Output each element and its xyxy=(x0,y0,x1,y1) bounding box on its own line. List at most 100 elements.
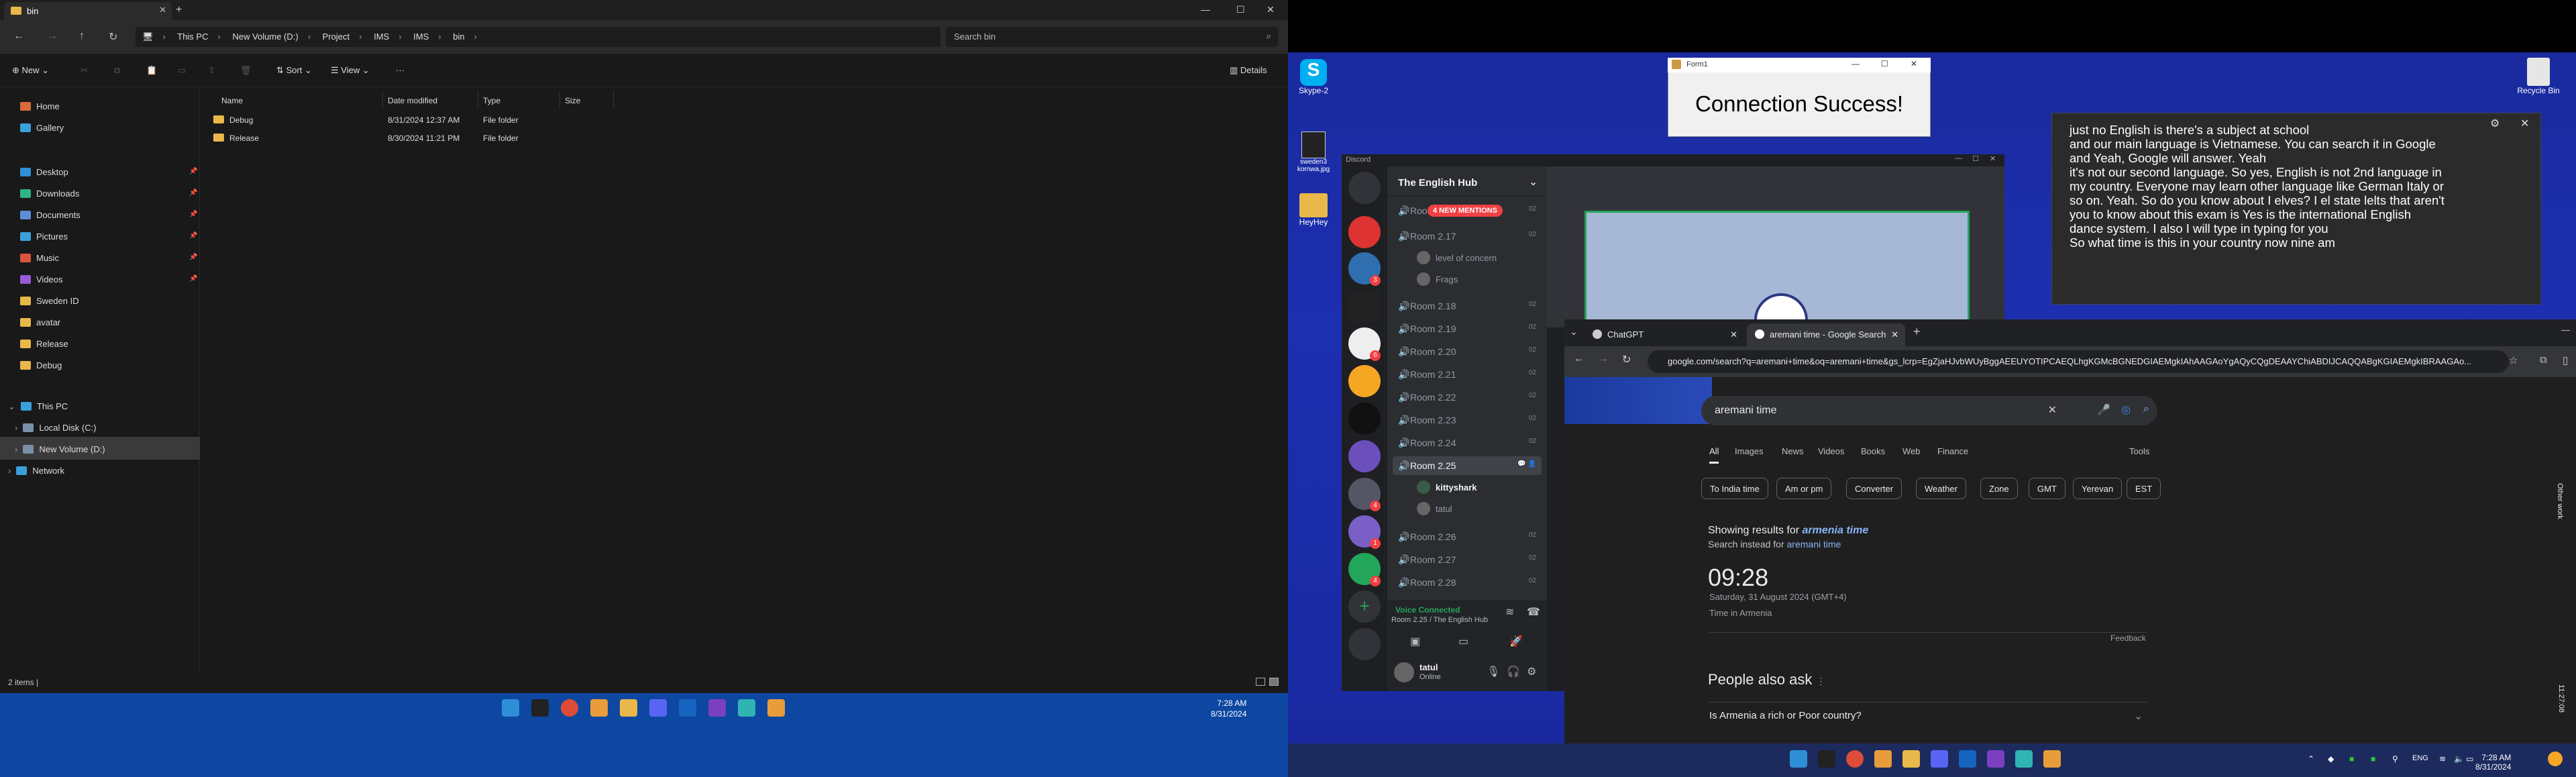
details-button[interactable]: ▥ Details xyxy=(1230,65,1267,76)
clock[interactable]: 7:28 AM 8/31/2024 xyxy=(1211,698,1246,719)
delete-icon[interactable]: 🗑 xyxy=(240,65,252,76)
column-divider[interactable] xyxy=(559,91,560,108)
app-icon[interactable] xyxy=(2043,750,2061,768)
sidebar-item-home[interactable]: Home xyxy=(20,101,60,111)
view-button[interactable]: ☰ View ⌄ xyxy=(331,65,370,76)
microphone-icon[interactable]: 🎤 xyxy=(2097,403,2110,417)
avatar[interactable] xyxy=(1394,662,1414,682)
video-tile[interactable] xyxy=(1585,211,1970,347)
rename-icon[interactable]: ▭ xyxy=(178,65,186,76)
discord-icon[interactable] xyxy=(1931,750,1948,768)
tiles-view-icon[interactable] xyxy=(1269,678,1279,686)
channel-room-2-24[interactable]: 🔊Room 2.24 02 xyxy=(1393,433,1542,452)
minimize-icon[interactable]: — xyxy=(2561,325,2570,335)
clock[interactable]: 7:28 AM 8/31/2024 xyxy=(2475,753,2511,772)
copy-icon[interactable]: ⧉ xyxy=(114,65,120,76)
task-view-icon[interactable] xyxy=(1818,750,1835,768)
language-indicator[interactable]: ENG xyxy=(2412,754,2428,762)
start-icon[interactable] xyxy=(502,699,519,717)
channel-room-2-22[interactable]: 🔊Room 2.22 02 xyxy=(1393,388,1542,407)
breadcrumb[interactable]: bin xyxy=(453,32,464,42)
search-input[interactable]: Search bin ⌕ xyxy=(946,27,1278,47)
forward-icon[interactable]: → xyxy=(47,30,58,42)
channel-room-2-21[interactable]: 🔊Room 2.21 02 xyxy=(1393,365,1542,384)
sidebar-item-release[interactable]: Release xyxy=(20,339,68,349)
search-input[interactable]: aremani time ✕ 🎤 ◎ ⌕ xyxy=(1701,396,2157,425)
refresh-icon[interactable]: ↻ xyxy=(1622,353,1631,366)
wifi-icon[interactable]: ≋ xyxy=(2439,754,2446,764)
channel-room-2-20[interactable]: 🔊Room 2.20 02 xyxy=(1393,342,1542,361)
column-header-date[interactable]: Date modified xyxy=(388,96,437,105)
new-button[interactable]: ⊕ New ⌄ xyxy=(12,65,49,76)
file-explorer-icon[interactable] xyxy=(1902,750,1920,768)
maximize-icon[interactable]: ☐ xyxy=(1972,154,1979,163)
corrected-query-link[interactable]: armenia time xyxy=(1803,525,1869,536)
search-icon[interactable]: ⌕ xyxy=(2143,403,2149,415)
desktop-icon-skype[interactable]: S Skype-2 xyxy=(1295,59,1332,95)
search-tab-news[interactable]: News xyxy=(1782,446,1804,456)
maximize-icon[interactable]: ☐ xyxy=(1881,59,1888,68)
app-icon[interactable] xyxy=(767,699,785,717)
clear-icon[interactable]: ✕ xyxy=(2048,403,2057,417)
forward-icon[interactable]: → xyxy=(1598,353,1609,365)
tab-chatgpt[interactable]: ChatGPT ✕ xyxy=(1585,323,1744,346)
column-header-name[interactable]: Name xyxy=(221,96,243,105)
back-icon[interactable]: ← xyxy=(13,30,24,42)
tray-app-icon[interactable]: ◆ xyxy=(2328,754,2334,764)
desktop-icon-heyhey[interactable]: HeyHey xyxy=(1295,193,1332,227)
tray-app-icon[interactable]: ■ xyxy=(2349,754,2354,764)
new-tab-button[interactable]: + xyxy=(1913,325,1921,339)
volume-icon[interactable]: 🔈 xyxy=(2454,754,2464,764)
search-tab-web[interactable]: Web xyxy=(1902,446,1921,456)
vscode-icon[interactable] xyxy=(1959,750,1976,768)
vscode-icon[interactable] xyxy=(679,699,696,717)
screen-share-icon[interactable]: ▭ xyxy=(1458,635,1468,648)
new-tab-button[interactable]: + xyxy=(176,4,182,16)
usb-icon[interactable]: ⚲ xyxy=(2392,754,2398,764)
server-icon[interactable] xyxy=(1348,365,1381,397)
tray-chevron-icon[interactable]: ⌃ xyxy=(2308,754,2314,764)
breadcrumb[interactable]: Project xyxy=(323,32,350,42)
microphone-icon[interactable]: 🎙 xyxy=(1487,665,1500,678)
channel-room-2-17[interactable]: 🔊Room 2.17 02 xyxy=(1393,227,1542,246)
paa-question[interactable]: Is Armenia a rich or Poor country? ⌄ xyxy=(1709,710,2147,726)
close-icon[interactable]: ✕ xyxy=(2520,117,2529,130)
address-bar[interactable]: 🖥 › This PC › New Volume (D:) › Project › IM… xyxy=(136,27,941,47)
url-bar[interactable]: google.com/search?q=aremani+time&oq=arem… xyxy=(1648,350,2509,373)
voice-user[interactable]: level of concern xyxy=(1417,251,1497,264)
app-icon[interactable] xyxy=(2015,750,2033,768)
extensions-icon[interactable]: ⧉ xyxy=(2540,354,2547,366)
sidebar-item-documents[interactable]: Documents xyxy=(20,210,80,220)
sidebar-item-videos[interactable]: Videos xyxy=(20,274,63,284)
noise-suppression-icon[interactable]: ≋ xyxy=(1505,605,1514,619)
more-options-icon[interactable]: ⋮ xyxy=(1816,676,1825,686)
column-divider[interactable] xyxy=(382,91,383,108)
voice-user[interactable]: tatul xyxy=(1417,502,1452,515)
tray-app-icon[interactable]: ■ xyxy=(2371,754,2375,764)
details-view-icon[interactable] xyxy=(1256,678,1265,686)
voice-user[interactable]: kittyshark xyxy=(1417,480,1477,494)
discord-icon[interactable] xyxy=(649,699,667,717)
original-query-link[interactable]: aremani time xyxy=(1787,539,1841,550)
sidebar-item-music[interactable]: Music xyxy=(20,253,59,263)
suggestion-chip[interactable]: Converter xyxy=(1846,478,1902,499)
minimize-icon[interactable]: — xyxy=(1851,59,1860,68)
activity-icon[interactable]: 🚀 xyxy=(1509,635,1523,648)
desktop-icon-recycle-bin[interactable]: Recycle Bin xyxy=(2517,58,2560,95)
channel-room-2-25[interactable]: 🔊Room 2.25 💬 👤 xyxy=(1393,456,1542,475)
notification-icon[interactable] xyxy=(2548,752,2563,766)
channel-room-2-26[interactable]: 🔊Room 2.26 02 xyxy=(1393,527,1542,546)
voice-user[interactable]: Frags xyxy=(1417,272,1458,286)
up-icon[interactable]: ↑ xyxy=(79,30,85,42)
visual-studio-icon[interactable] xyxy=(708,699,726,717)
breadcrumb[interactable]: This PC xyxy=(177,32,208,42)
task-view-icon[interactable] xyxy=(531,699,549,717)
server-icon[interactable] xyxy=(1348,216,1381,248)
suggestion-chip[interactable]: Weather xyxy=(1916,478,1966,499)
discover-icon[interactable] xyxy=(1348,628,1381,660)
discord-home-icon[interactable] xyxy=(1348,172,1381,204)
sidebar-item-sweden-id[interactable]: Sweden ID xyxy=(20,296,79,306)
channel-room-2-27[interactable]: 🔊Room 2.27 02 xyxy=(1393,550,1542,569)
search-tab-all[interactable]: All xyxy=(1709,446,1719,464)
minimize-icon[interactable]: — xyxy=(1955,154,1962,162)
